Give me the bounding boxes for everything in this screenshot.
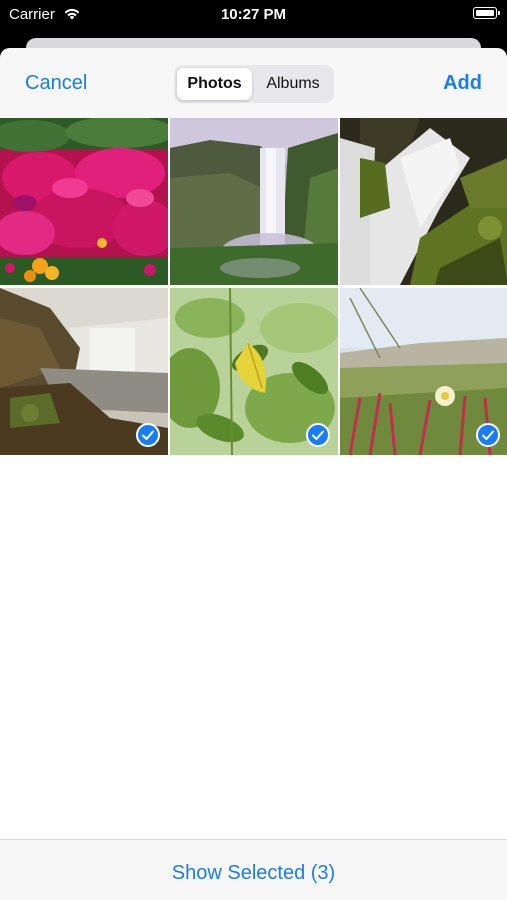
bottom-toolbar: Show Selected (3) xyxy=(0,839,507,900)
photo-thumbnail[interactable] xyxy=(340,288,507,455)
photo-picker-sheet: Cancel Photos Albums Add Show Selected (… xyxy=(0,48,507,900)
checkmark-icon xyxy=(306,423,330,447)
status-bar: Carrier 10:27 PM xyxy=(0,0,507,30)
photo-thumbnail[interactable] xyxy=(0,118,168,285)
show-selected-button[interactable]: Show Selected (3) xyxy=(0,862,507,885)
battery-icon xyxy=(473,7,500,19)
flowers-photo xyxy=(0,118,168,285)
photo-thumbnail[interactable] xyxy=(170,118,338,285)
checkmark-icon xyxy=(476,423,500,447)
photo-thumbnail[interactable] xyxy=(170,288,338,455)
photo-thumbnail[interactable] xyxy=(340,118,507,285)
cancel-button[interactable]: Cancel xyxy=(25,72,87,95)
segment-albums[interactable]: Albums xyxy=(255,68,331,100)
waterfall-cliff-photo xyxy=(170,118,338,285)
checkmark-icon xyxy=(136,423,160,447)
add-button[interactable]: Add xyxy=(443,72,482,95)
photo-thumbnail[interactable] xyxy=(0,288,168,455)
navigation-bar: Cancel Photos Albums Add xyxy=(0,48,507,118)
waterfall-closeup-photo xyxy=(340,118,507,285)
segment-photos[interactable]: Photos xyxy=(177,68,252,100)
segmented-control: Photos Albums xyxy=(174,65,334,103)
clock: 10:27 PM xyxy=(220,6,287,23)
